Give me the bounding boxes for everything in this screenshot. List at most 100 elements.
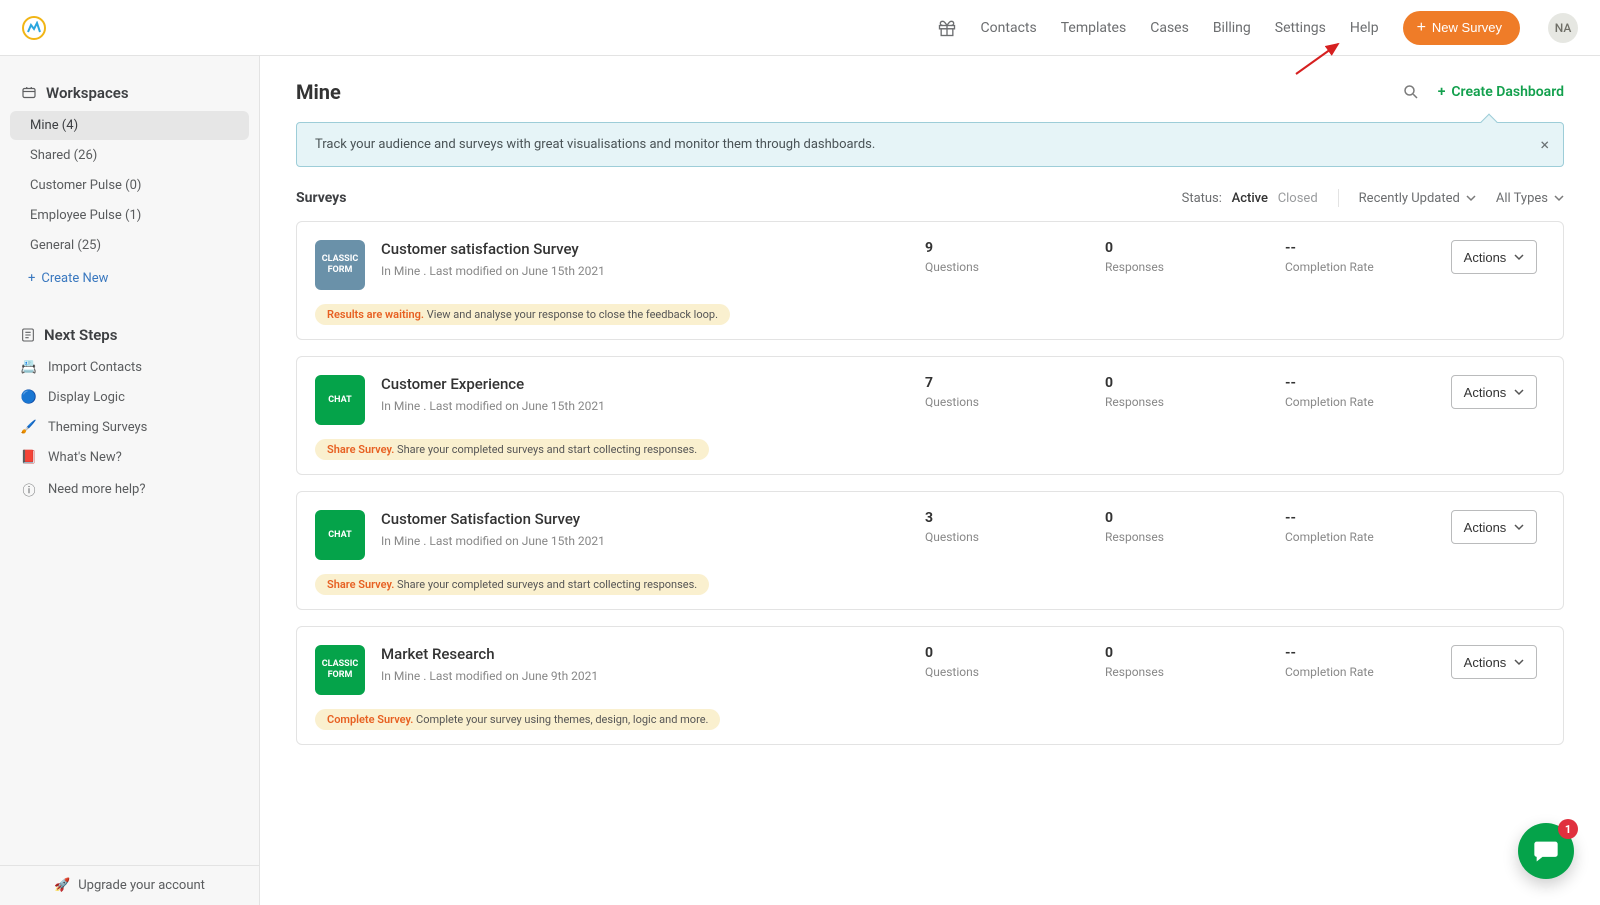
- stat-responses-value: 0: [1105, 510, 1215, 526]
- survey-type-badge: CLASSICFORM: [315, 240, 365, 290]
- avatar[interactable]: NA: [1548, 13, 1578, 43]
- create-workspace[interactable]: + Create New: [10, 261, 249, 290]
- sidebar-step-item[interactable]: 📕What's New?: [10, 443, 249, 472]
- chevron-down-icon: [1514, 252, 1524, 262]
- survey-hint-pill: Complete Survey. Complete your survey us…: [315, 709, 720, 730]
- survey-row[interactable]: CHAT Customer Experience In Mine . Last mo…: [296, 356, 1564, 475]
- sidebar-workspace-item[interactable]: General (25): [10, 231, 249, 260]
- divider: [1338, 189, 1339, 207]
- whatsnew-icon: 📕: [20, 450, 38, 465]
- plus-icon: +: [1417, 19, 1426, 37]
- status-label: Status:: [1182, 191, 1222, 206]
- new-survey-button[interactable]: + New Survey: [1403, 11, 1520, 45]
- actions-button[interactable]: Actions: [1451, 645, 1537, 679]
- chevron-down-icon: [1466, 193, 1476, 203]
- survey-type-badge: CHAT: [315, 510, 365, 560]
- chat-icon: [1532, 837, 1560, 865]
- stat-completion-value: --: [1285, 510, 1395, 526]
- actions-button[interactable]: Actions: [1451, 240, 1537, 274]
- upgrade-account[interactable]: 🚀 Upgrade your account: [0, 865, 259, 905]
- sidebar: Workspaces Mine (4)Shared (26)Customer P…: [0, 56, 260, 905]
- create-dashboard-button[interactable]: + Create Dashboard: [1438, 84, 1564, 100]
- sort-dropdown[interactable]: Recently Updated: [1359, 191, 1476, 206]
- stat-questions-label: Questions: [925, 530, 1035, 544]
- steps-icon: [20, 327, 36, 343]
- status-active[interactable]: Active: [1232, 191, 1268, 206]
- rocket-icon: 🚀: [54, 878, 70, 893]
- survey-title: Market Research: [381, 645, 801, 663]
- nav-cases[interactable]: Cases: [1150, 20, 1189, 36]
- stat-completion-label: Completion Rate: [1285, 395, 1395, 409]
- stat-questions-value: 7: [925, 375, 1035, 391]
- survey-meta: In Mine . Last modified on June 15th 202…: [381, 534, 801, 548]
- stat-responses-label: Responses: [1105, 530, 1215, 544]
- logic-icon: 🔵: [20, 390, 38, 405]
- survey-row[interactable]: CHAT Customer Satisfaction Survey In Mine …: [296, 491, 1564, 610]
- survey-row[interactable]: CLASSICFORM Customer satisfaction Survey I…: [296, 221, 1564, 340]
- next-steps-header: Next Steps: [10, 312, 249, 352]
- plus-icon: +: [1438, 84, 1446, 100]
- nav-help[interactable]: Help: [1350, 20, 1379, 36]
- chat-widget[interactable]: 1: [1518, 823, 1574, 879]
- chat-badge: 1: [1558, 819, 1578, 839]
- type-dropdown[interactable]: All Types: [1496, 191, 1564, 206]
- stat-questions-label: Questions: [925, 395, 1035, 409]
- app-logo[interactable]: [22, 16, 46, 40]
- chevron-down-icon: [1554, 193, 1564, 203]
- top-nav: Contacts Templates Cases Billing Setting…: [0, 0, 1600, 56]
- nav-settings[interactable]: Settings: [1275, 20, 1326, 36]
- survey-type-badge: CHAT: [315, 375, 365, 425]
- stat-questions-value: 3: [925, 510, 1035, 526]
- sidebar-workspace-item[interactable]: Customer Pulse (0): [10, 171, 249, 200]
- surveys-heading: Surveys: [296, 190, 346, 206]
- search-icon[interactable]: [1402, 83, 1420, 101]
- survey-meta: In Mine . Last modified on June 9th 2021: [381, 669, 801, 683]
- status-closed[interactable]: Closed: [1278, 191, 1318, 206]
- sidebar-step-item[interactable]: ⓘNeed more help?: [10, 473, 249, 506]
- new-survey-label: New Survey: [1432, 20, 1502, 35]
- stat-questions-value: 9: [925, 240, 1035, 256]
- stat-responses-label: Responses: [1105, 260, 1215, 274]
- help-icon: ⓘ: [20, 480, 38, 499]
- plus-icon: +: [28, 271, 35, 286]
- survey-meta: In Mine . Last modified on June 15th 202…: [381, 264, 801, 278]
- stat-responses-label: Responses: [1105, 395, 1215, 409]
- sidebar-workspace-item[interactable]: Shared (26): [10, 141, 249, 170]
- survey-meta: In Mine . Last modified on June 15th 202…: [381, 399, 801, 413]
- sidebar-workspace-item[interactable]: Employee Pulse (1): [10, 201, 249, 230]
- theme-icon: 🖌️: [20, 420, 38, 435]
- contacts-icon: 📇: [20, 360, 38, 375]
- main-content: Mine + Create Dashboard Track your audie…: [260, 56, 1600, 905]
- nav-billing[interactable]: Billing: [1213, 20, 1251, 36]
- gift-icon[interactable]: [937, 18, 957, 38]
- sidebar-step-item[interactable]: 📇Import Contacts: [10, 353, 249, 382]
- sidebar-step-item[interactable]: 🔵Display Logic: [10, 383, 249, 412]
- stat-completion-label: Completion Rate: [1285, 665, 1395, 679]
- stat-questions-label: Questions: [925, 260, 1035, 274]
- stat-responses-value: 0: [1105, 375, 1215, 391]
- actions-button[interactable]: Actions: [1451, 375, 1537, 409]
- actions-button[interactable]: Actions: [1451, 510, 1537, 544]
- survey-hint-pill: Results are waiting. View and analyse yo…: [315, 304, 730, 325]
- survey-title: Customer Experience: [381, 375, 801, 393]
- chevron-down-icon: [1514, 522, 1524, 532]
- stat-questions-value: 0: [925, 645, 1035, 661]
- tip-arrow: [1481, 114, 1498, 131]
- workspaces-header: Workspaces: [10, 70, 249, 110]
- nav-contacts[interactable]: Contacts: [981, 20, 1037, 36]
- stat-completion-value: --: [1285, 240, 1395, 256]
- chevron-down-icon: [1514, 387, 1524, 397]
- stat-questions-label: Questions: [925, 665, 1035, 679]
- survey-title: Customer satisfaction Survey: [381, 240, 801, 258]
- stat-responses-value: 0: [1105, 240, 1215, 256]
- close-icon[interactable]: ×: [1540, 135, 1549, 154]
- nav-templates[interactable]: Templates: [1061, 20, 1127, 36]
- sidebar-workspace-item[interactable]: Mine (4): [10, 111, 249, 140]
- sidebar-step-item[interactable]: 🖌️Theming Surveys: [10, 413, 249, 442]
- stat-completion-label: Completion Rate: [1285, 260, 1395, 274]
- survey-row[interactable]: CLASSICFORMMarket ResearchIn Mine . Last…: [296, 626, 1564, 745]
- survey-title: Customer Satisfaction Survey: [381, 510, 801, 528]
- workspaces-icon: [20, 84, 38, 102]
- tip-banner: Track your audience and surveys with gre…: [296, 122, 1564, 167]
- stat-responses-value: 0: [1105, 645, 1215, 661]
